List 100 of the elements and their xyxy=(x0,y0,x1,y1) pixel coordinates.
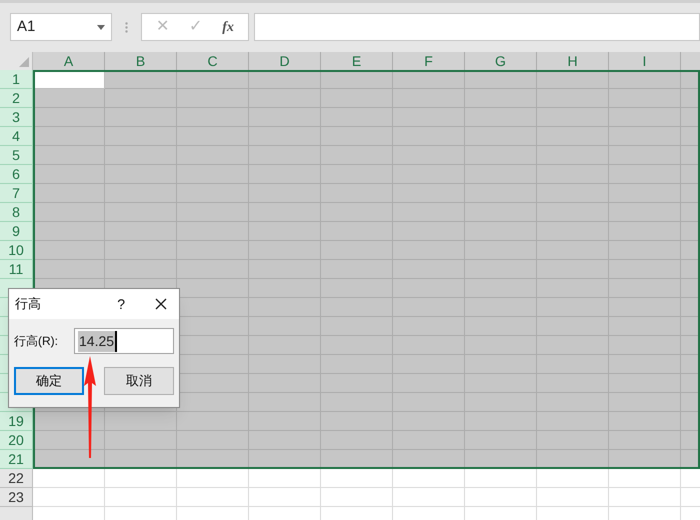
grid-cell[interactable] xyxy=(33,127,105,146)
grid-cell[interactable] xyxy=(537,336,609,355)
grid-cell[interactable] xyxy=(465,488,537,507)
row-header[interactable]: 8 xyxy=(0,203,33,222)
grid-cell[interactable] xyxy=(465,108,537,127)
grid-cell[interactable] xyxy=(177,108,249,127)
grid-cell[interactable] xyxy=(393,488,465,507)
column-header[interactable]: F xyxy=(393,52,465,70)
grid-cell[interactable] xyxy=(465,279,537,298)
grid-cell[interactable] xyxy=(537,317,609,336)
grid-cell[interactable] xyxy=(321,488,393,507)
grid-cell[interactable] xyxy=(321,222,393,241)
row-header[interactable]: 20 xyxy=(0,431,33,450)
grid-cell[interactable] xyxy=(609,393,681,412)
grid-cell[interactable] xyxy=(321,241,393,260)
grid-cell[interactable] xyxy=(465,374,537,393)
drag-handle-icon[interactable] xyxy=(125,22,128,33)
grid-cell[interactable] xyxy=(537,203,609,222)
grid-cell[interactable] xyxy=(465,355,537,374)
insert-function-button[interactable]: fx xyxy=(222,16,234,38)
grid-cell[interactable] xyxy=(33,184,105,203)
grid-cell[interactable] xyxy=(609,431,681,450)
grid-cell[interactable] xyxy=(33,89,105,108)
grid-cell[interactable] xyxy=(609,146,681,165)
grid-cell[interactable] xyxy=(393,317,465,336)
grid-cell[interactable] xyxy=(105,165,177,184)
grid-cell[interactable] xyxy=(321,108,393,127)
grid-cell[interactable] xyxy=(465,469,537,488)
grid-cell[interactable] xyxy=(321,336,393,355)
grid-cell[interactable] xyxy=(321,469,393,488)
row-header[interactable]: 1 xyxy=(0,70,33,89)
grid-cell[interactable] xyxy=(321,260,393,279)
name-box[interactable]: A1 xyxy=(10,13,112,41)
grid-cell[interactable] xyxy=(393,336,465,355)
grid-cell[interactable] xyxy=(33,203,105,222)
grid-cell[interactable] xyxy=(609,108,681,127)
grid-cell[interactable] xyxy=(393,393,465,412)
grid-cell[interactable] xyxy=(105,412,177,431)
grid-cell[interactable] xyxy=(321,431,393,450)
grid-cell[interactable] xyxy=(105,241,177,260)
grid-cell[interactable] xyxy=(537,488,609,507)
grid-cell[interactable] xyxy=(33,469,105,488)
row-header[interactable]: 6 xyxy=(0,165,33,184)
column-header[interactable]: D xyxy=(249,52,321,70)
row-header[interactable]: 5 xyxy=(0,146,33,165)
row-header[interactable]: 4 xyxy=(0,127,33,146)
grid-cell[interactable] xyxy=(393,108,465,127)
grid-cell[interactable] xyxy=(33,108,105,127)
grid-cell[interactable] xyxy=(465,298,537,317)
grid-cell[interactable] xyxy=(105,127,177,146)
grid-cell[interactable] xyxy=(609,279,681,298)
grid-cell[interactable] xyxy=(105,184,177,203)
grid-cell[interactable] xyxy=(609,184,681,203)
column-header[interactable]: B xyxy=(105,52,177,70)
grid-cell[interactable] xyxy=(393,298,465,317)
grid-cell[interactable] xyxy=(321,165,393,184)
grid-cell[interactable] xyxy=(537,393,609,412)
grid-cell[interactable] xyxy=(393,469,465,488)
grid-cell[interactable] xyxy=(465,260,537,279)
grid-cell[interactable] xyxy=(393,355,465,374)
row-header[interactable]: 22 xyxy=(0,469,33,488)
grid-cell[interactable] xyxy=(249,222,321,241)
grid-cell[interactable] xyxy=(177,165,249,184)
grid-cell[interactable] xyxy=(465,89,537,108)
grid-cell[interactable] xyxy=(465,222,537,241)
grid-cell[interactable] xyxy=(177,488,249,507)
grid-cell[interactable] xyxy=(609,317,681,336)
grid-cell[interactable] xyxy=(609,488,681,507)
grid-cell[interactable] xyxy=(249,431,321,450)
grid-cell[interactable] xyxy=(105,469,177,488)
close-icon[interactable] xyxy=(155,298,167,310)
grid-cell[interactable] xyxy=(321,279,393,298)
row-header[interactable]: 3 xyxy=(0,108,33,127)
grid-cell[interactable] xyxy=(393,184,465,203)
grid-cell[interactable] xyxy=(465,412,537,431)
grid-cell[interactable] xyxy=(105,108,177,127)
grid-cell[interactable] xyxy=(177,146,249,165)
grid-cell[interactable] xyxy=(321,355,393,374)
column-header[interactable]: G xyxy=(465,52,537,70)
grid-cell[interactable] xyxy=(321,203,393,222)
grid-cell[interactable] xyxy=(609,165,681,184)
grid-cell[interactable] xyxy=(609,222,681,241)
grid-cell[interactable] xyxy=(609,241,681,260)
grid-cell[interactable] xyxy=(609,336,681,355)
grid-cell[interactable] xyxy=(249,165,321,184)
grid-cell[interactable] xyxy=(177,317,249,336)
grid-cell[interactable] xyxy=(105,222,177,241)
grid-cell[interactable] xyxy=(393,412,465,431)
grid-cell[interactable] xyxy=(321,374,393,393)
grid-cell[interactable] xyxy=(321,146,393,165)
grid-cell[interactable] xyxy=(177,260,249,279)
grid-cell[interactable] xyxy=(537,108,609,127)
grid-cell[interactable] xyxy=(321,393,393,412)
grid-cell[interactable] xyxy=(105,431,177,450)
grid-cell[interactable] xyxy=(465,184,537,203)
grid-cell[interactable] xyxy=(177,279,249,298)
grid-cell[interactable] xyxy=(177,127,249,146)
column-header[interactable]: H xyxy=(537,52,609,70)
dialog-button[interactable]: 确定 xyxy=(14,367,84,395)
grid-cell[interactable] xyxy=(465,165,537,184)
